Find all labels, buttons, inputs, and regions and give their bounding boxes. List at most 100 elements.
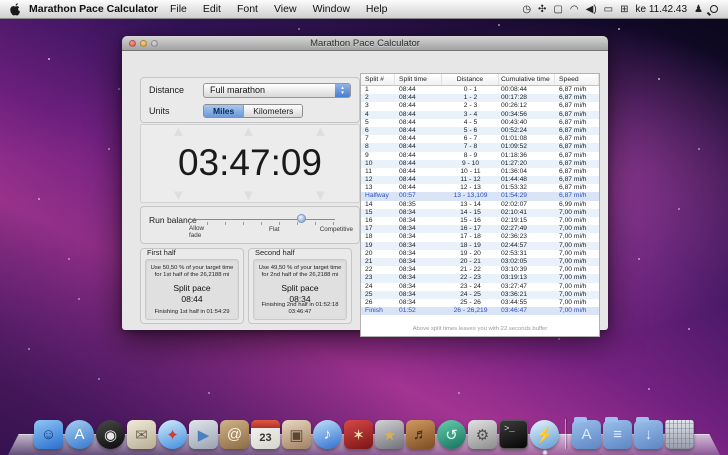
- menubar-clock[interactable]: ke 11.42.43: [636, 4, 688, 15]
- menu-file[interactable]: File: [162, 3, 195, 15]
- table-row[interactable]: 2008:3419 - 2002:53:317,00 mi/h: [361, 250, 599, 258]
- dock-icon-terminal[interactable]: >_: [499, 420, 528, 449]
- minimize-button[interactable]: [140, 40, 147, 47]
- target-time-field[interactable]: 03:47:09: [141, 142, 359, 184]
- dock-icon-marathon-pace-calculator[interactable]: ⚡: [530, 420, 559, 449]
- table-row[interactable]: 2308:3422 - 2303:19:137,00 mi/h: [361, 274, 599, 282]
- dock-icon-front-row[interactable]: ✶: [344, 420, 373, 449]
- marathon-pace-calculator-glyph: ⚡: [535, 426, 554, 444]
- units-option-kilometers[interactable]: Kilometers: [243, 105, 302, 117]
- table-cell: 6,87 mi/h: [555, 102, 599, 110]
- dock-icon-time-machine[interactable]: ↺: [437, 420, 466, 449]
- run-balance-slider-thumb[interactable]: [297, 214, 306, 223]
- table-row[interactable]: 908:448 - 901:18:366,87 mi/h: [361, 152, 599, 160]
- dock-icon-folder-downloads[interactable]: ↓: [634, 420, 663, 449]
- keyboard-access-icon[interactable]: ✣: [538, 0, 546, 19]
- table-cell: 11 - 12: [442, 176, 499, 184]
- units-option-miles[interactable]: Miles: [204, 105, 243, 117]
- column-header[interactable]: Split #: [361, 74, 395, 85]
- table-row[interactable]: 2108:3420 - 2103:02:057,00 mi/h: [361, 258, 599, 266]
- table-row[interactable]: 1908:3418 - 1902:44:577,00 mi/h: [361, 242, 599, 250]
- table-cell: 08:35: [395, 201, 442, 209]
- table-row[interactable]: Finish01:5226 - 26,21903:46:477,00 mi/h: [361, 307, 599, 315]
- table-row[interactable]: 708:446 - 701:01:086,87 mi/h: [361, 135, 599, 143]
- table-row[interactable]: 1708:3416 - 1702:27:497,00 mi/h: [361, 225, 599, 233]
- dock-icon-system-preferences[interactable]: ⚙: [468, 420, 497, 449]
- menu-view[interactable]: View: [266, 3, 305, 15]
- table-row[interactable]: 1008:449 - 1001:27:206,87 mi/h: [361, 160, 599, 168]
- dock-icon-folder-documents[interactable]: ≡: [603, 420, 632, 449]
- table-row[interactable]: 1608:3415 - 1602:19:157,00 mi/h: [361, 217, 599, 225]
- window-titlebar[interactable]: Marathon Pace Calculator: [122, 36, 608, 51]
- table-row[interactable]: 1408:3513 - 1402:02:076,99 mi/h: [361, 201, 599, 209]
- table-cell: 3 - 4: [442, 111, 499, 119]
- table-row[interactable]: 408:443 - 400:34:566,87 mi/h: [361, 111, 599, 119]
- dock-icon-trash[interactable]: [665, 420, 694, 449]
- dock-icon-finder[interactable]: ☺: [34, 420, 63, 449]
- menu-edit[interactable]: Edit: [195, 3, 229, 15]
- table-row[interactable]: 2408:3423 - 2403:27:477,00 mi/h: [361, 283, 599, 291]
- stepper-down-icon: ▼: [313, 187, 328, 203]
- table-row[interactable]: 108:440 - 100:08:446,87 mi/h: [361, 86, 599, 94]
- dock-icon-folder-applications[interactable]: A: [572, 420, 601, 449]
- table-row[interactable]: 308:442 - 300:26:126,87 mi/h: [361, 102, 599, 110]
- stepper-up-icon: ▲: [313, 124, 328, 140]
- zoom-button[interactable]: [151, 40, 158, 47]
- menu-window[interactable]: Window: [305, 3, 358, 15]
- dock-icon-imovie[interactable]: ★: [375, 420, 404, 449]
- displays-icon[interactable]: ▢: [553, 0, 562, 19]
- column-header[interactable]: Split time: [395, 74, 442, 85]
- dock-icon-ical[interactable]: 23: [251, 420, 280, 449]
- table-cell: 15: [361, 209, 395, 217]
- wifi-icon[interactable]: ◠: [570, 0, 579, 19]
- table-row[interactable]: 2608:3425 - 2603:44:557,00 mi/h: [361, 299, 599, 307]
- volume-icon[interactable]: ◀): [586, 0, 597, 19]
- menu-help[interactable]: Help: [358, 3, 396, 15]
- distance-popup[interactable]: Full marathon ▲▼: [203, 83, 351, 98]
- run-balance-slider-track[interactable]: [189, 219, 335, 220]
- user-switch-icon[interactable]: ♟: [694, 0, 703, 19]
- table-row[interactable]: 508:444 - 500:43:406,87 mi/h: [361, 119, 599, 127]
- menubar-app-name[interactable]: Marathon Pace Calculator: [29, 3, 158, 15]
- column-header[interactable]: Distance: [442, 74, 499, 85]
- column-header[interactable]: Cumulative time: [499, 74, 555, 85]
- table-cell: 13: [361, 184, 395, 192]
- table-row[interactable]: 1508:3414 - 1502:10:417,00 mi/h: [361, 209, 599, 217]
- battery-icon[interactable]: ▭: [604, 0, 613, 19]
- table-row[interactable]: 1208:4411 - 1201:44:486,87 mi/h: [361, 176, 599, 184]
- dock-icon-garageband[interactable]: ♬: [406, 420, 435, 449]
- table-cell: 6,87 mi/h: [555, 160, 599, 168]
- dock-icon-facetime[interactable]: ▶: [189, 420, 218, 449]
- input-menu-icon[interactable]: ⊞: [620, 0, 628, 19]
- table-row[interactable]: 808:447 - 801:09:526,87 mi/h: [361, 143, 599, 151]
- table-row[interactable]: 1308:4412 - 1301:53:326,87 mi/h: [361, 184, 599, 192]
- table-cell: 03:19:13: [499, 274, 555, 282]
- apple-menu-icon[interactable]: [10, 3, 21, 16]
- table-row[interactable]: 2508:3424 - 2503:36:217,00 mi/h: [361, 291, 599, 299]
- spotlight-icon[interactable]: [710, 5, 718, 13]
- table-row[interactable]: 1108:4410 - 1101:36:046,87 mi/h: [361, 168, 599, 176]
- table-cell: 02:02:07: [499, 201, 555, 209]
- close-button[interactable]: [129, 40, 136, 47]
- table-row[interactable]: 2208:3421 - 2203:10:397,00 mi/h: [361, 266, 599, 274]
- table-cell: 02:53:31: [499, 250, 555, 258]
- table-row[interactable]: Halfway00:5713 - 13,10901:54:296,87 mi/h: [361, 192, 599, 200]
- table-row[interactable]: 208:441 - 200:17:286,87 mi/h: [361, 94, 599, 102]
- table-cell: 08:34: [395, 209, 442, 217]
- dock-icon-itunes[interactable]: ♪: [313, 420, 342, 449]
- dock-icon-dashboard[interactable]: ◉: [96, 420, 125, 449]
- dock-icon-app-store[interactable]: A: [65, 420, 94, 449]
- table-row[interactable]: 1808:3417 - 1802:36:237,00 mi/h: [361, 233, 599, 241]
- dock-icon-address-book[interactable]: @: [220, 420, 249, 449]
- dock-icon-mail[interactable]: ✉: [127, 420, 156, 449]
- dock-icon-photo-booth[interactable]: ▣: [282, 420, 311, 449]
- table-cell: 6,87 mi/h: [555, 143, 599, 151]
- table-cell: 08:44: [395, 135, 442, 143]
- menu-bar: Marathon Pace Calculator FileEditFontVie…: [0, 0, 728, 19]
- dock-icon-safari[interactable]: ✦: [158, 420, 187, 449]
- menu-font[interactable]: Font: [229, 3, 266, 15]
- clock-icon[interactable]: ◷: [522, 0, 531, 19]
- system-preferences-glyph: ⚙: [476, 426, 489, 444]
- column-header[interactable]: Speed: [555, 74, 599, 85]
- table-row[interactable]: 608:445 - 600:52:246,87 mi/h: [361, 127, 599, 135]
